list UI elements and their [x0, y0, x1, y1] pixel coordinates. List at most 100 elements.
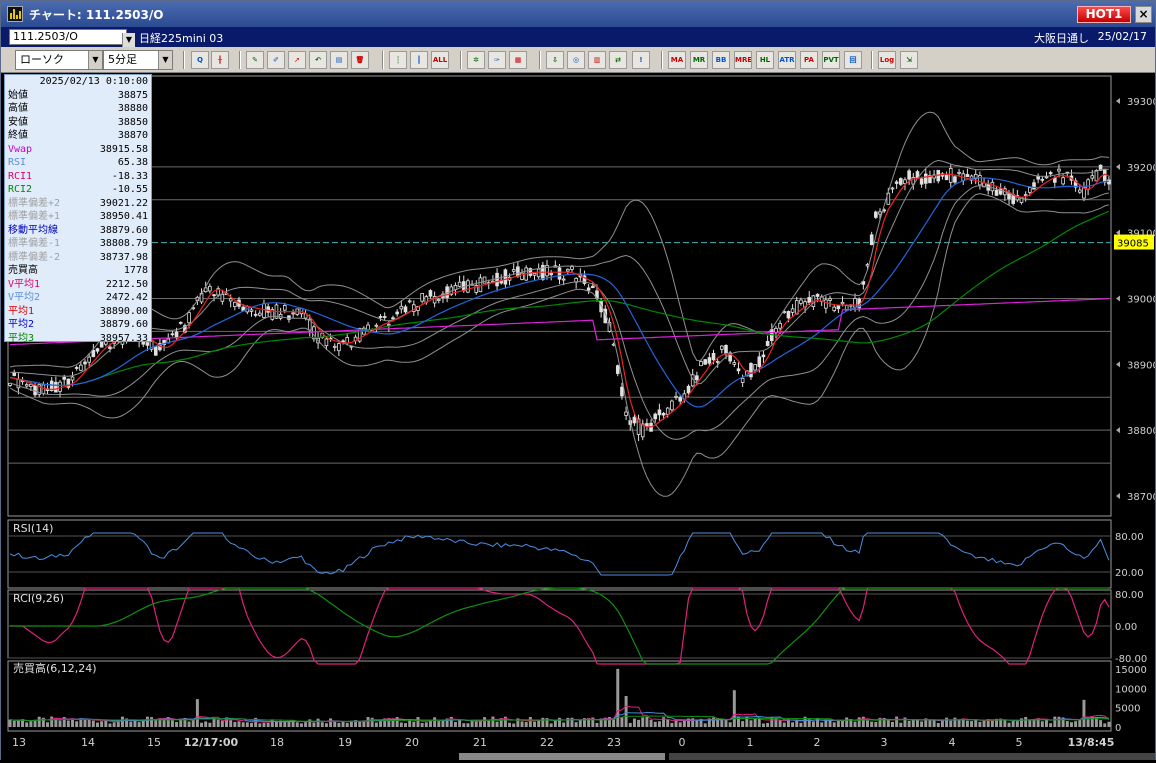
crosshair-icon[interactable]: ╫ — [211, 51, 229, 69]
undo-icon[interactable]: ↶ — [309, 51, 327, 69]
color-icon[interactable]: ▦ — [509, 51, 527, 69]
ichimoku-icon[interactable]: 回 — [844, 51, 862, 69]
volume-bar — [312, 722, 316, 727]
candle-body — [957, 171, 961, 174]
mr-icon[interactable]: MR — [690, 51, 708, 69]
candle-body — [266, 306, 270, 313]
candle-icon[interactable]: ┆ — [389, 51, 407, 69]
candle-body — [657, 409, 662, 416]
volume-bar — [753, 718, 757, 727]
candle-body — [953, 176, 957, 183]
chart-area[interactable]: 3930039200391003900038900388003870039085… — [1, 74, 1155, 734]
mre-icon[interactable]: MRE — [734, 51, 752, 69]
vwap-line — [10, 298, 1109, 346]
candle-body — [108, 346, 112, 349]
draw-icon[interactable]: ✐ — [267, 51, 285, 69]
memo-icon[interactable]: ▤ — [330, 51, 348, 69]
pencil-icon[interactable]: ✎ — [246, 51, 264, 69]
search-chart-icon[interactable]: ◎ — [567, 51, 585, 69]
data-value: 2472.42 — [105, 292, 148, 303]
candle-body — [994, 189, 999, 196]
import-icon[interactable]: ⇩ — [546, 51, 564, 69]
volume-bar — [965, 720, 969, 727]
title-bar[interactable]: チャート: 111.2503/O HOT1 × — [1, 1, 1155, 27]
all-icon[interactable]: ALL — [431, 51, 449, 69]
log-icon[interactable]: Log — [878, 51, 896, 69]
chevron-down-icon[interactable]: ▼ — [122, 33, 135, 47]
chevron-down-icon[interactable]: ▼ — [158, 51, 172, 69]
volume-bar — [832, 722, 836, 727]
volume-bar — [96, 722, 99, 727]
zoom-icon[interactable]: Q — [191, 51, 209, 69]
candle-body — [1044, 176, 1049, 179]
candle-body — [87, 356, 91, 363]
volume-bar — [191, 719, 195, 727]
data-label: 標準偏差+1 — [8, 211, 61, 222]
ma-icon[interactable]: MA — [668, 51, 686, 69]
candle-body — [678, 396, 683, 402]
volume-bar — [612, 719, 616, 727]
volume-bar — [541, 717, 545, 727]
volume-bar — [200, 722, 204, 727]
timeframe-select[interactable]: 5分足 ▼ — [103, 50, 173, 70]
hl-icon[interactable]: HL — [756, 51, 774, 69]
hot-button[interactable]: HOT1 — [1077, 6, 1131, 23]
volume-bar — [100, 721, 104, 727]
candle-body — [1086, 179, 1090, 190]
candle-body — [661, 412, 666, 416]
candle-body — [407, 300, 412, 303]
data-value: 38879.60 — [99, 224, 148, 236]
bars-icon[interactable]: ║ — [410, 51, 428, 69]
candle-body — [561, 278, 566, 281]
candle-body — [95, 348, 100, 352]
volume-bar — [46, 722, 50, 727]
time-tick-label: 5 — [1016, 736, 1023, 749]
volume-bar — [87, 718, 91, 727]
volume-bar — [250, 722, 253, 727]
chart-type-select[interactable]: ローソク ▼ — [15, 50, 103, 70]
lock-icon[interactable]: ! — [632, 51, 650, 69]
data-value: -18.33 — [111, 170, 148, 182]
data-row: V平均1 2212.50 — [8, 278, 148, 292]
volume-bar — [329, 718, 333, 727]
candle-body — [228, 298, 233, 302]
candle-body — [282, 305, 287, 311]
close-button[interactable]: × — [1135, 6, 1152, 23]
chevron-down-icon[interactable]: ▼ — [88, 51, 102, 69]
rsi-tick-label: 20.00 — [1115, 568, 1144, 579]
candle-body — [1107, 179, 1111, 185]
symbol-input[interactable]: 111.2503/O ▼ — [9, 29, 135, 47]
candle-body — [74, 367, 79, 369]
pvt-icon[interactable]: PVT — [822, 51, 840, 69]
candle-body — [374, 324, 379, 327]
candle-body — [1102, 168, 1107, 183]
pa-icon[interactable]: PA — [800, 51, 818, 69]
scrollbar-track[interactable] — [669, 753, 1155, 760]
cursor-icon[interactable]: ➚ — [288, 51, 306, 69]
atr-icon[interactable]: ATR — [778, 51, 796, 69]
volume-bar — [562, 722, 566, 727]
volume-bar — [337, 722, 341, 727]
candle-body — [720, 345, 724, 350]
bb-icon[interactable]: BB — [712, 51, 730, 69]
brush-icon[interactable]: ✑ — [488, 51, 506, 69]
chart-canvas[interactable]: 3930039200391003900038900388003870039085… — [1, 74, 1155, 734]
candle-body — [79, 364, 83, 371]
volume-tick-label: 0 — [1115, 723, 1121, 734]
candle-body — [208, 285, 212, 292]
data-label: 標準偏差-2 — [8, 251, 61, 263]
rsi-panel-frame — [7, 519, 1112, 589]
candle-body — [1040, 178, 1045, 181]
scrollbar-thumb[interactable] — [459, 753, 665, 760]
volume-bar — [266, 722, 270, 727]
candle-body — [948, 168, 953, 183]
volume-bar — [1082, 699, 1086, 727]
trash-icon[interactable]: 🗑 — [351, 51, 369, 69]
candle-body — [233, 301, 237, 307]
compare-icon[interactable]: ⇄ — [609, 51, 627, 69]
settings-icon[interactable]: ✲ — [467, 51, 485, 69]
export-icon[interactable]: ⇲ — [900, 51, 918, 69]
candle-body — [41, 384, 46, 394]
split-icon[interactable]: ▥ — [588, 51, 606, 69]
volume-bar — [208, 722, 212, 727]
